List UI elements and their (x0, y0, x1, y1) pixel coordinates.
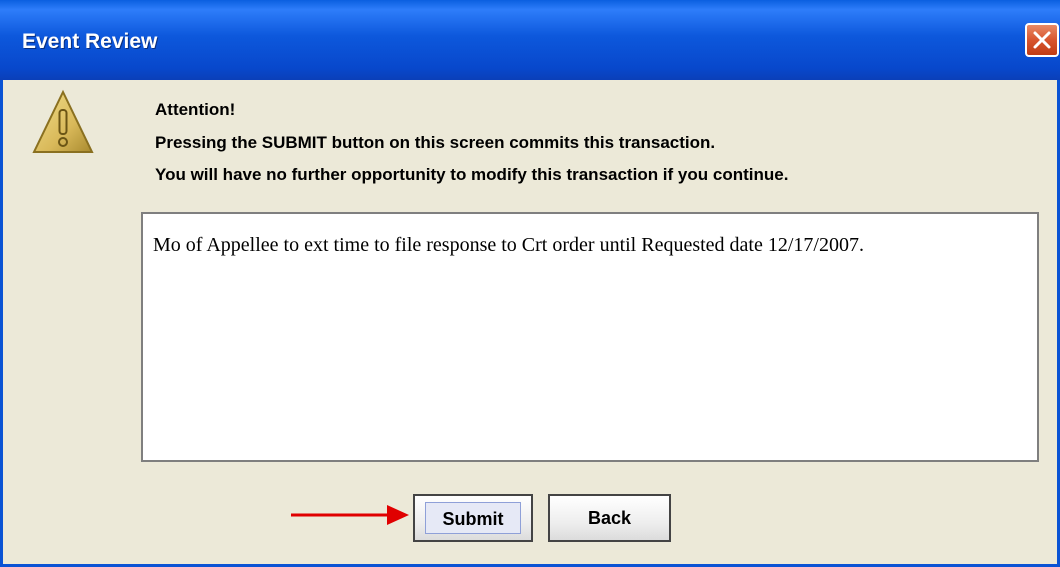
submit-button[interactable]: Submit (413, 494, 533, 542)
window-title: Event Review (22, 30, 158, 53)
attention-heading: Attention! (155, 100, 236, 119)
docket-text-area[interactable]: Mo of Appellee to ext time to file respo… (141, 212, 1039, 462)
event-review-dialog: Event Review Attention! Pressing the SUB… (0, 0, 1060, 567)
close-button[interactable] (1025, 23, 1059, 57)
red-arrow-annotation (291, 505, 409, 525)
submit-button-label: Submit (425, 502, 521, 534)
warning-line-1: Pressing the SUBMIT button on this scree… (155, 133, 716, 152)
close-icon (1033, 31, 1051, 49)
warning-line-2: You will have no further opportunity to … (155, 165, 789, 184)
title-bar[interactable]: Event Review (0, 0, 1060, 80)
warning-icon (32, 89, 94, 153)
back-button[interactable]: Back (548, 494, 671, 542)
